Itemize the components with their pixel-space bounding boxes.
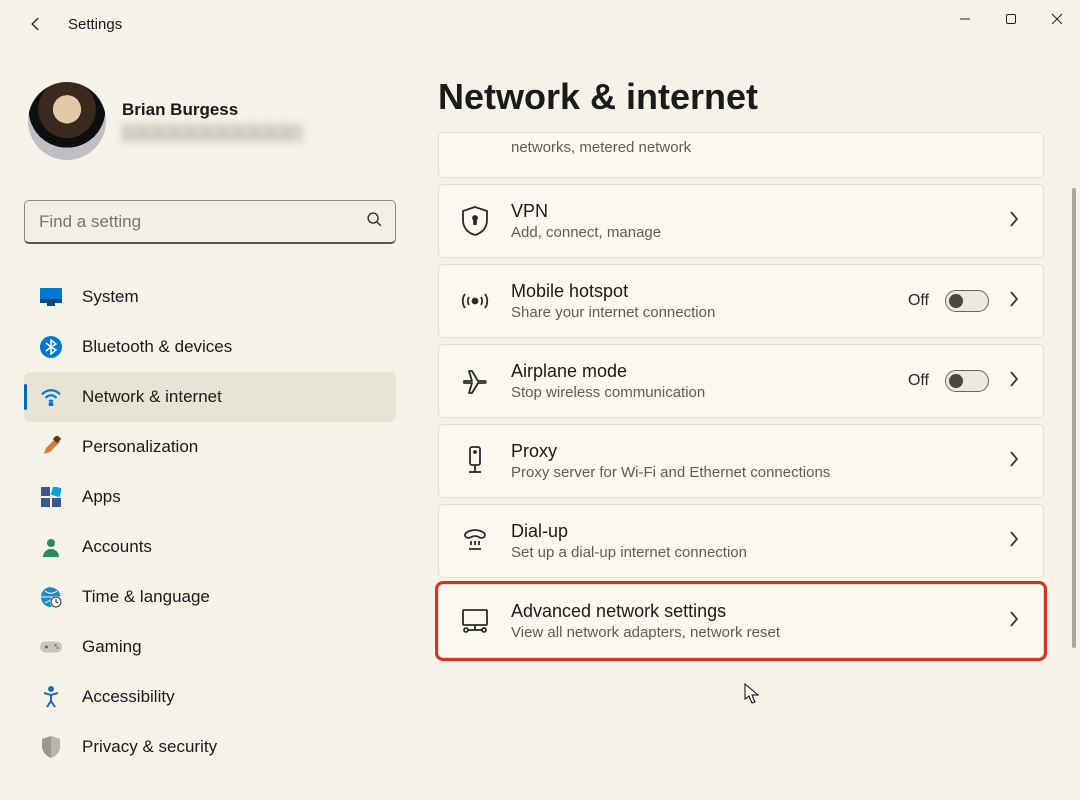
chevron-right-icon — [1005, 371, 1023, 392]
hotspot-toggle[interactable] — [945, 290, 989, 312]
sidebar-item-accessibility[interactable]: Accessibility — [24, 672, 396, 722]
monitor-network-icon — [461, 607, 489, 635]
sidebar-item-label: Network & internet — [82, 387, 222, 407]
apps-icon — [40, 486, 62, 508]
sidebar-item-label: Accounts — [82, 537, 152, 557]
chevron-right-icon — [1005, 611, 1023, 632]
person-icon — [40, 536, 62, 558]
spacer-icon — [461, 133, 489, 161]
sidebar-item-network[interactable]: Network & internet — [24, 372, 396, 422]
sidebar-item-gaming[interactable]: Gaming — [24, 622, 396, 672]
wifi-icon — [40, 386, 62, 408]
settings-card-mobile-hotspot[interactable]: Mobile hotspot Share your internet conne… — [438, 264, 1044, 338]
avatar — [28, 82, 106, 160]
profile-name: Brian Burgess — [122, 100, 302, 120]
page-title: Network & internet — [438, 76, 1044, 118]
accessibility-icon — [40, 686, 62, 708]
sidebar: Brian Burgess System Bluetooth & devi — [0, 48, 410, 800]
sidebar-item-label: Gaming — [82, 637, 142, 657]
paintbrush-icon — [40, 436, 62, 458]
sidebar-item-label: Time & language — [82, 587, 210, 607]
search-input[interactable] — [39, 212, 366, 232]
hotspot-icon — [461, 287, 489, 315]
sidebar-item-accounts[interactable]: Accounts — [24, 522, 396, 572]
phone-icon — [461, 527, 489, 555]
bluetooth-icon — [40, 336, 62, 358]
card-subtitle: networks, metered network — [511, 139, 1023, 156]
sidebar-item-apps[interactable]: Apps — [24, 472, 396, 522]
sidebar-item-label: Privacy & security — [82, 737, 217, 757]
search-icon — [366, 211, 383, 233]
system-icon — [40, 286, 62, 308]
sidebar-item-label: Apps — [82, 487, 121, 507]
main-scrollbar[interactable] — [1072, 188, 1076, 648]
vpn-shield-icon — [461, 207, 489, 235]
sidebar-item-system[interactable]: System — [24, 272, 396, 322]
card-subtitle: Add, connect, manage — [511, 224, 983, 241]
maximize-button[interactable] — [988, 0, 1034, 38]
airplane-icon — [461, 367, 489, 395]
proxy-icon — [461, 447, 489, 475]
card-subtitle: Stop wireless communication — [511, 384, 886, 401]
close-button[interactable] — [1034, 0, 1080, 38]
settings-card-list: networks, metered network VPN Add, conne… — [438, 132, 1044, 658]
profile-email-redacted — [122, 124, 302, 142]
settings-card-vpn[interactable]: VPN Add, connect, manage — [438, 184, 1044, 258]
sidebar-item-time-language[interactable]: Time & language — [24, 572, 396, 622]
sidebar-item-bluetooth[interactable]: Bluetooth & devices — [24, 322, 396, 372]
chevron-right-icon — [1005, 531, 1023, 552]
card-subtitle: Share your internet connection — [511, 304, 886, 321]
profile-block[interactable]: Brian Burgess — [24, 82, 396, 160]
sidebar-item-label: Accessibility — [82, 687, 175, 707]
settings-card-advanced-network[interactable]: Advanced network settings View all netwo… — [438, 584, 1044, 658]
minimize-button[interactable] — [942, 0, 988, 38]
back-button[interactable] — [20, 8, 52, 40]
gamepad-icon — [40, 636, 62, 658]
sidebar-item-label: Bluetooth & devices — [82, 337, 232, 357]
search-box[interactable] — [24, 200, 396, 244]
chevron-right-icon — [1005, 291, 1023, 312]
globe-clock-icon — [40, 586, 62, 608]
card-subtitle: View all network adapters, network reset — [511, 624, 983, 641]
toggle-state-label: Off — [908, 292, 929, 310]
sidebar-item-label: Personalization — [82, 437, 198, 457]
sidebar-nav: System Bluetooth & devices Network & int… — [24, 272, 396, 772]
sidebar-item-label: System — [82, 287, 139, 307]
chevron-right-icon — [1005, 451, 1023, 472]
sidebar-item-privacy[interactable]: Privacy & security — [24, 722, 396, 772]
main-content: Network & internet networks, metered net… — [410, 48, 1080, 800]
chevron-right-icon — [1005, 211, 1023, 232]
mouse-cursor-icon — [744, 683, 760, 705]
card-title: Proxy — [511, 441, 983, 462]
toggle-state-label: Off — [908, 372, 929, 390]
shield-icon — [40, 736, 62, 758]
card-title: Mobile hotspot — [511, 281, 886, 302]
window-title: Settings — [68, 16, 122, 33]
settings-card-partial[interactable]: networks, metered network — [438, 132, 1044, 178]
card-subtitle: Set up a dial-up internet connection — [511, 544, 983, 561]
settings-card-airplane-mode[interactable]: Airplane mode Stop wireless communicatio… — [438, 344, 1044, 418]
card-title: Advanced network settings — [511, 601, 983, 622]
settings-card-proxy[interactable]: Proxy Proxy server for Wi-Fi and Etherne… — [438, 424, 1044, 498]
card-title: VPN — [511, 201, 983, 222]
titlebar: Settings — [0, 0, 1080, 48]
card-title: Dial-up — [511, 521, 983, 542]
settings-card-dialup[interactable]: Dial-up Set up a dial-up internet connec… — [438, 504, 1044, 578]
airplane-toggle[interactable] — [945, 370, 989, 392]
sidebar-item-personalization[interactable]: Personalization — [24, 422, 396, 472]
card-subtitle: Proxy server for Wi-Fi and Ethernet conn… — [511, 464, 983, 481]
card-title: Airplane mode — [511, 361, 886, 382]
